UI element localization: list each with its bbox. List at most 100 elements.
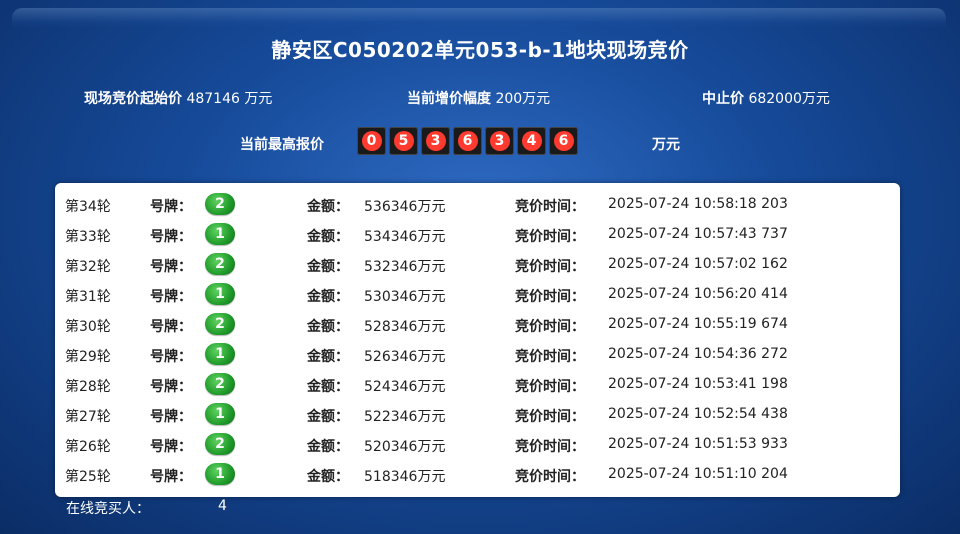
digit: 0 [361,131,382,151]
table-row: 第26轮 号牌： 2 金额： 520346万元 竞价时间： 2025-07-24… [55,430,900,460]
amount-value: 536346万元 [364,199,446,215]
digit: 6 [553,131,574,151]
plate-badge: 1 [205,223,235,245]
digit-box: 0 [357,127,386,155]
amount-value: 520346万元 [364,439,446,455]
time-label: 竞价时间： [515,319,585,335]
amount-value: 518346万元 [364,469,446,485]
time-label: 竞价时间： [515,379,585,395]
amount-value: 534346万元 [364,229,446,245]
round-number: 第29轮 [65,349,111,365]
round-number: 第26轮 [65,439,111,455]
amount-label: 金额： [307,469,349,485]
amount-label: 金额： [307,349,349,365]
amount-value: 532346万元 [364,259,446,275]
plate-label: 号牌： [150,259,192,275]
time-label: 竞价时间： [515,349,585,365]
online-bidders-label: 在线竞买人： [66,501,150,517]
time-value: 2025-07-24 10:51:10 204 [608,466,788,482]
round-number: 第34轮 [65,199,111,215]
digit-box: 6 [549,127,578,155]
plate-label: 号牌： [150,199,192,215]
table-row: 第34轮 号牌： 2 金额： 536346万元 竞价时间： 2025-07-24… [55,190,900,220]
plate-badge: 2 [205,313,235,335]
plate-label: 号牌： [150,469,192,485]
highest-bid-digits: 0 5 3 6 3 4 6 [357,127,578,155]
time-label: 竞价时间： [515,199,585,215]
plate-label: 号牌： [150,349,192,365]
digit-box: 6 [453,127,482,155]
amount-value: 528346万元 [364,319,446,335]
plate-badge: 2 [205,253,235,275]
amount-label: 金额： [307,319,349,335]
table-row: 第27轮 号牌： 1 金额： 522346万元 竞价时间： 2025-07-24… [55,400,900,430]
amount-value: 530346万元 [364,289,446,305]
bid-history-table: 第34轮 号牌： 2 金额： 536346万元 竞价时间： 2025-07-24… [55,183,900,497]
page-title: 静安区C050202单元053-b-1地块现场竞价 [271,38,689,62]
start-price-value: 487146 万元 [186,91,273,107]
increment-info: 当前增价幅度 200万元 [407,88,550,108]
amount-value: 526346万元 [364,349,446,365]
auction-screen: 静安区C050202单元053-b-1地块现场竞价 现场竞价起始价 487146… [0,0,960,534]
start-price-info: 现场竞价起始价 487146 万元 [84,88,272,108]
time-label: 竞价时间： [515,259,585,275]
time-label: 竞价时间： [515,439,585,455]
round-number: 第30轮 [65,319,111,335]
table-row: 第29轮 号牌： 1 金额： 526346万元 竞价时间： 2025-07-24… [55,340,900,370]
plate-badge: 1 [205,343,235,365]
time-value: 2025-07-24 10:51:53 933 [608,436,788,452]
amount-value: 524346万元 [364,379,446,395]
digit: 3 [489,131,510,151]
digit: 3 [425,131,446,151]
time-value: 2025-07-24 10:57:43 737 [608,226,788,242]
plate-badge: 2 [205,373,235,395]
round-number: 第32轮 [65,259,111,275]
round-number: 第33轮 [65,229,111,245]
stop-price-value: 682000万元 [748,91,830,107]
plate-badge: 2 [205,433,235,455]
table-row: 第28轮 号牌： 2 金额： 524346万元 竞价时间： 2025-07-24… [55,370,900,400]
online-bidders-count: 4 [218,498,227,514]
digit-box: 5 [389,127,418,155]
start-price-label: 现场竞价起始价 [84,91,182,107]
amount-label: 金额： [307,289,349,305]
digit-box: 3 [485,127,514,155]
amount-label: 金额： [307,439,349,455]
digit: 4 [521,131,542,151]
amount-label: 金额： [307,379,349,395]
time-value: 2025-07-24 10:55:19 674 [608,316,788,332]
time-value: 2025-07-24 10:56:20 414 [608,286,788,302]
plate-label: 号牌： [150,409,192,425]
plate-label: 号牌： [150,439,192,455]
plate-label: 号牌： [150,229,192,245]
digit: 6 [457,131,478,151]
time-label: 竞价时间： [515,289,585,305]
round-number: 第25轮 [65,469,111,485]
table-row: 第32轮 号牌： 2 金额： 532346万元 竞价时间： 2025-07-24… [55,250,900,280]
digit-box: 4 [517,127,546,155]
time-label: 竞价时间： [515,469,585,485]
highest-bid-unit: 万元 [652,137,680,153]
round-number: 第31轮 [65,289,111,305]
digit: 5 [393,131,414,151]
stop-price-label: 中止价 [702,91,744,107]
plate-label: 号牌： [150,379,192,395]
round-number: 第27轮 [65,409,111,425]
time-value: 2025-07-24 10:58:18 203 [608,196,788,212]
amount-label: 金额： [307,199,349,215]
plate-badge: 1 [205,283,235,305]
time-label: 竞价时间： [515,229,585,245]
table-row: 第30轮 号牌： 2 金额： 528346万元 竞价时间： 2025-07-24… [55,310,900,340]
time-value: 2025-07-24 10:54:36 272 [608,346,788,362]
table-row: 第33轮 号牌： 1 金额： 534346万元 竞价时间： 2025-07-24… [55,220,900,250]
plate-badge: 1 [205,403,235,425]
time-label: 竞价时间： [515,409,585,425]
time-value: 2025-07-24 10:53:41 198 [608,376,788,392]
plate-badge: 1 [205,463,235,485]
increment-value: 200万元 [495,91,551,107]
digit-box: 3 [421,127,450,155]
amount-label: 金额： [307,259,349,275]
table-row: 第31轮 号牌： 1 金额： 530346万元 竞价时间： 2025-07-24… [55,280,900,310]
stop-price-info: 中止价 682000万元 [702,88,830,108]
plate-badge: 2 [205,193,235,215]
